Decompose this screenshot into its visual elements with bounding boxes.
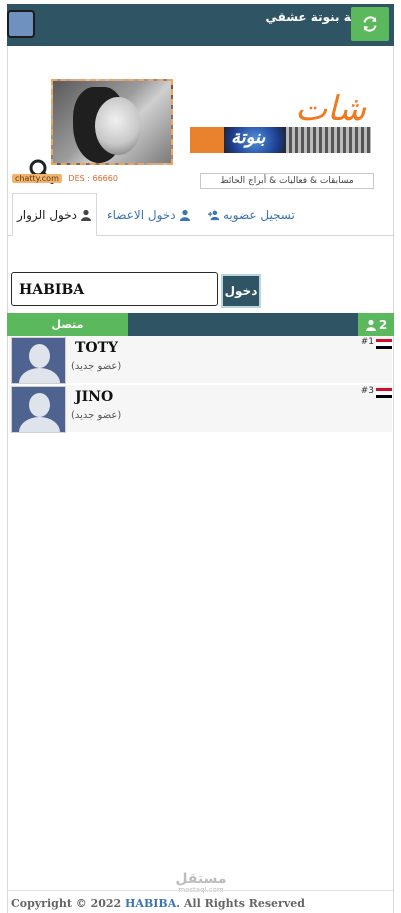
watermark-arabic: مستقل	[175, 871, 227, 887]
user-row[interactable]: JINO (عضو جديد) #3	[9, 385, 392, 433]
banner-caption: مسابقات & فعاليات & أبراج الحائط	[200, 173, 374, 189]
user-name: JINO	[75, 389, 114, 405]
banner-chat-word: شات	[295, 89, 366, 129]
banner-stamp: chatty.com DES : 66660	[12, 174, 118, 183]
login-button[interactable]: دخول	[221, 274, 261, 308]
online-tab[interactable]: متصل	[7, 313, 128, 336]
tab-members[interactable]: دخول الاعضاء	[107, 193, 191, 236]
egypt-flag-icon	[376, 339, 392, 349]
online-bar: متصل 2	[7, 313, 394, 336]
footer-prefix: Copyright © 2022	[11, 897, 126, 910]
user-rank: #3	[360, 386, 374, 396]
banner-photo	[51, 79, 173, 165]
tab-members-label: دخول الاعضاء	[107, 207, 176, 222]
refresh-icon	[363, 16, 377, 32]
site-avatar	[7, 10, 35, 38]
user-icon	[365, 319, 376, 331]
user-status: (عضو جديد)	[71, 361, 122, 372]
tab-register-label: تسجيل عضويه	[223, 207, 295, 222]
online-count-badge: 2	[358, 313, 394, 336]
add-user-icon	[208, 210, 220, 220]
banner-logo-word: بنوتة	[231, 127, 266, 148]
user-rank: #1	[360, 337, 374, 347]
refresh-button[interactable]	[351, 7, 389, 41]
egypt-flag-icon	[376, 388, 392, 398]
footer-brand-link[interactable]: HABIBA	[125, 897, 176, 910]
tab-register[interactable]: تسجيل عضويه	[208, 193, 295, 236]
footer: Copyright © 2022 HABIBA. All Rights Rese…	[7, 890, 394, 913]
banner-logo-strip	[190, 127, 371, 153]
user-row[interactable]: TOTY (عضو جديد) #1	[9, 336, 392, 384]
avatar[interactable]	[11, 386, 66, 433]
top-bar: دردشة بنوتة عشقي	[7, 4, 394, 46]
user-icon	[81, 209, 92, 221]
stamp-site: chatty.com	[12, 174, 62, 183]
login-tabs: دخول الزوار دخول الاعضاء تسجيل عضويه	[7, 193, 394, 236]
avatar[interactable]	[11, 337, 66, 384]
username-input[interactable]: HABIBA	[11, 272, 218, 306]
tab-visitors[interactable]: دخول الزوار	[12, 193, 97, 236]
footer-suffix: . All Rights Reserved	[176, 897, 305, 910]
online-count: 2	[378, 317, 388, 332]
user-icon	[179, 209, 190, 221]
user-name: TOTY	[75, 340, 119, 356]
user-status: (عضو جديد)	[71, 410, 122, 421]
tab-visitors-label: دخول الزوار	[16, 207, 78, 222]
banner: شات بنوتة مسابقات & فعاليات & أبراج الحا…	[9, 67, 380, 193]
stamp-code: DES : 66660	[68, 174, 118, 183]
